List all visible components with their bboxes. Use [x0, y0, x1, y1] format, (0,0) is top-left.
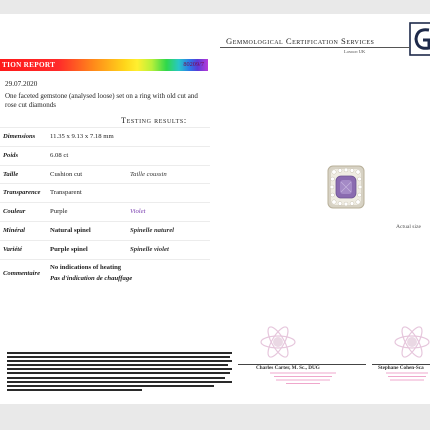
gcs-logo — [409, 22, 430, 56]
row-value: 6.08 ct — [50, 151, 69, 159]
testing-results-title: Testing results: — [121, 116, 187, 125]
report-description: One faceted gemstone (analysed loose) se… — [5, 92, 198, 109]
certificate-page: Gemmological Certification Services Lond… — [0, 14, 430, 404]
row-cut: Taille Cushion cut Taille coussin — [0, 164, 210, 184]
row-label: Variété — [3, 245, 23, 253]
header-divider — [220, 47, 410, 48]
row-value: 11.35 x 9.13 x 7.18 mm — [50, 133, 114, 140]
org-name: Gemmological Certification Services — [226, 36, 375, 46]
laboratory-seal-left — [260, 326, 296, 358]
row-value: Purple spinel — [50, 245, 88, 253]
report-title: TION REPORT — [2, 60, 56, 69]
signature-stamp-left — [270, 372, 336, 384]
row-dimensions: Dimensions 11.35 x 9.13 x 7.18 mm — [0, 127, 210, 146]
report-date: 29.07.2020 — [5, 80, 38, 88]
row-value-fr: Taille coussin — [130, 170, 167, 178]
row-value-fr: Spinelle violet — [130, 245, 169, 253]
row-label: Couleur — [3, 208, 26, 216]
row-value-fr: Violet — [130, 208, 146, 216]
row-label: Dimensions — [3, 133, 36, 140]
results-table: Dimensions 11.35 x 9.13 x 7.18 mm Poids … — [0, 127, 210, 288]
row-comment: Commentaire No indications of heating Pa… — [0, 258, 210, 288]
report-number: 80209/7 — [183, 60, 204, 68]
row-color: Couleur Purple Violet — [0, 202, 210, 221]
row-mineral: Minéral Natural spinel Spinelle naturel — [0, 220, 210, 240]
signature-stamp-right — [386, 372, 428, 381]
ring-photo — [327, 165, 365, 209]
row-value: Purple — [50, 208, 68, 216]
report-banner: TION REPORT 80209/7 — [0, 59, 208, 71]
disclaimer-text — [7, 352, 232, 396]
comment-french: Pas d'indication de chauffage — [50, 274, 133, 282]
row-value: Natural spinel — [50, 226, 91, 234]
org-location: London UK — [344, 49, 366, 54]
comment-english: No indications of heating — [50, 263, 122, 271]
image-caption: Actual size — [396, 224, 422, 230]
row-label: Minéral — [3, 226, 25, 234]
row-label: Transparence — [3, 189, 41, 197]
row-value: Cushion cut — [50, 170, 83, 178]
row-label: Poids — [3, 151, 19, 159]
row-value: Transparent — [50, 189, 82, 197]
row-variety: Variété Purple spinel Spinelle violet — [0, 239, 210, 259]
laboratory-seal-right — [394, 326, 430, 358]
row-transparency: Transparence Transparent — [0, 183, 210, 202]
row-value-fr: Spinelle naturel — [130, 226, 175, 234]
row-weight: Poids 6.08 ct — [0, 145, 210, 165]
row-label: Commentaire — [3, 269, 40, 277]
row-label: Taille — [3, 170, 19, 178]
